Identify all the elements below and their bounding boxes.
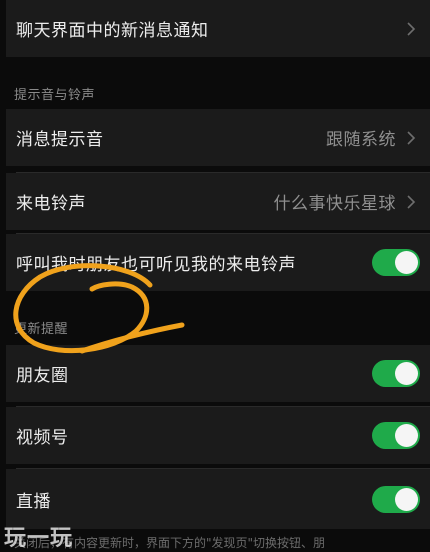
moments-row: 朋友圈 (6, 345, 430, 402)
channels-toggle[interactable] (372, 422, 420, 449)
friend-hear-ringtone-row: 呼叫我时朋友也可听见我的来电铃声 (6, 234, 430, 291)
toggle-knob (395, 487, 418, 511)
toggle-knob (395, 362, 418, 385)
chat-new-message-notification-row[interactable]: 聊天界面中的新消息通知 (6, 0, 430, 57)
moments-label: 朋友圈 (16, 366, 69, 386)
section-header-update-reminder: 更新提醒 (0, 291, 430, 345)
toggle-knob (395, 251, 418, 274)
message-sound-label: 消息提示音 (16, 130, 104, 150)
new-message-notification-settings-screen: 聊天界面中的新消息通知 提示音与铃声 消息提示音 跟随系统 来电铃声 什么事快乐… (0, 0, 430, 552)
section-title-sound-ringtone: 提示音与铃声 (14, 88, 96, 103)
live-label: 直播 (16, 491, 51, 512)
chevron-right-icon (402, 193, 420, 211)
message-sound-row[interactable]: 消息提示音 跟随系统 (6, 109, 430, 166)
channels-row: 视频号 (6, 407, 430, 464)
live-toggle[interactable] (372, 485, 420, 513)
channels-label: 视频号 (16, 428, 69, 448)
section-title-update-reminder: 更新提醒 (14, 322, 69, 337)
chevron-right-icon (402, 129, 420, 147)
chat-new-message-notification-label: 聊天界面中的新消息通知 (16, 21, 209, 41)
friend-hear-ringtone-toggle[interactable] (372, 249, 420, 276)
toggle-knob (395, 424, 418, 447)
watermark-logo: 玩一玩 (4, 526, 74, 551)
ringtone-value: 什么事快乐星球 (273, 194, 396, 214)
message-sound-value: 跟随系统 (326, 130, 396, 150)
section-header-sound-ringtone: 提示音与铃声 (0, 57, 430, 109)
friend-hear-ringtone-label: 呼叫我时朋友也可听见我的来电铃声 (16, 255, 296, 275)
ringtone-label: 来电铃声 (16, 194, 86, 214)
ringtone-row[interactable]: 来电铃声 什么事快乐星球 (6, 173, 430, 230)
chevron-right-icon (402, 20, 420, 38)
moments-toggle[interactable] (372, 360, 420, 387)
